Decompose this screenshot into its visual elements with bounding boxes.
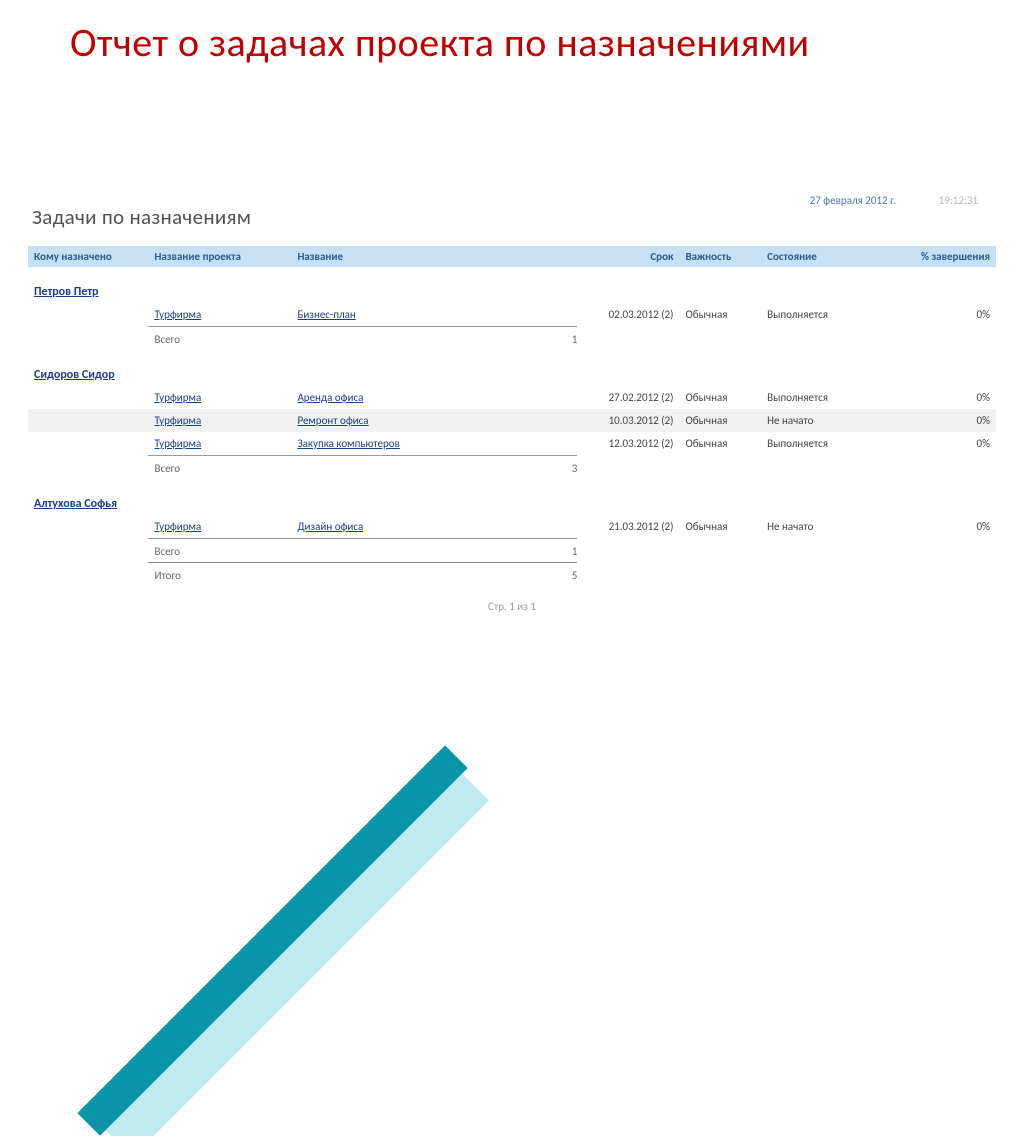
task-status: Выполняется: [761, 386, 894, 409]
project-link[interactable]: Турфирма: [154, 437, 201, 450]
group-header: Сидоров Сидор: [28, 350, 996, 386]
task-row: Турфирма Аренда офиса 27.02.2012 (2)Обычна…: [28, 386, 996, 409]
report-time: 19:12:31: [939, 194, 978, 207]
task-priority: Обычная: [679, 515, 761, 539]
grandtotal-count: 5: [291, 563, 577, 587]
subtotal-row: Всего3: [28, 456, 996, 480]
project-link[interactable]: Турфирма: [154, 308, 201, 321]
task-link[interactable]: Закупка компьютеров: [297, 437, 399, 450]
col-pct: % завершения: [894, 246, 996, 267]
task-link[interactable]: Дизайн офиса: [297, 520, 363, 533]
task-deadline: 10.03.2012 (2): [577, 409, 679, 432]
task-status: Не начато: [761, 409, 894, 432]
report-date: 27 февраля 2012 г.: [810, 194, 896, 207]
pager: Стр. 1 из 1: [28, 600, 996, 613]
group-header: Алтухова Софья: [28, 479, 996, 515]
task-row: Турфирма Дизайн офиса 21.03.2012 (2)Обычна…: [28, 515, 996, 539]
subtotal-label: Всего: [148, 327, 291, 351]
subtotal-label: Всего: [148, 456, 291, 480]
task-pct: 0%: [894, 409, 996, 432]
col-project: Название проекта: [148, 246, 291, 267]
slide-title: Отчет о задачах проекта по назначениями: [0, 0, 1024, 66]
task-pct: 0%: [894, 432, 996, 456]
col-assignee: Кому назначено: [28, 246, 148, 267]
project-link[interactable]: Турфирма: [154, 520, 201, 533]
task-row: Турфирма Бизнес-план 02.03.2012 (2)Обычная…: [28, 303, 996, 327]
task-deadline: 21.03.2012 (2): [577, 515, 679, 539]
task-link[interactable]: Бизнес-план: [297, 308, 355, 321]
subtotal-label: Всего: [148, 539, 291, 563]
task-link[interactable]: Ремронт офиса: [297, 414, 368, 427]
col-name: Название: [291, 246, 577, 267]
report-meta: 27 февраля 2012 г. 19:12:31: [810, 194, 978, 207]
subtotal-row: Всего1: [28, 539, 996, 563]
task-row: Турфирма Ремронт офиса 10.03.2012 (2)Обычн…: [28, 409, 996, 432]
subtotal-row: Всего1: [28, 327, 996, 351]
col-deadline: Срок: [577, 246, 679, 267]
task-status: Выполняется: [761, 432, 894, 456]
task-pct: 0%: [894, 303, 996, 327]
assignee-link[interactable]: Сидоров Сидор: [34, 368, 115, 382]
task-row: Турфирма Закупка компьютеров 12.03.2012 (2…: [28, 432, 996, 456]
project-link[interactable]: Турфирма: [154, 414, 201, 427]
report-table: Кому назначено Название проекта Название…: [28, 246, 996, 586]
assignee-link[interactable]: Алтухова Софья: [34, 497, 117, 511]
table-body: Петров Петр Турфирма Бизнес-план 02.03.2012…: [28, 267, 996, 586]
task-pct: 0%: [894, 386, 996, 409]
task-priority: Обычная: [679, 386, 761, 409]
group-header: Петров Петр: [28, 267, 996, 303]
task-priority: Обычная: [679, 432, 761, 456]
task-priority: Обычная: [679, 303, 761, 327]
task-pct: 0%: [894, 515, 996, 539]
task-deadline: 27.02.2012 (2): [577, 386, 679, 409]
subtotal-count: 3: [291, 456, 577, 480]
grandtotal-row: Итого5: [28, 563, 996, 587]
report-panel: 27 февраля 2012 г. 19:12:31 Задачи по на…: [28, 194, 996, 613]
assignee-link[interactable]: Петров Петр: [34, 285, 98, 299]
project-link[interactable]: Турфирма: [154, 391, 201, 404]
subtotal-count: 1: [291, 327, 577, 351]
task-link[interactable]: Аренда офиса: [297, 391, 363, 404]
task-status: Выполняется: [761, 303, 894, 327]
subtotal-count: 1: [291, 539, 577, 563]
task-deadline: 02.03.2012 (2): [577, 303, 679, 327]
col-priority: Важность: [679, 246, 761, 267]
task-status: Не начато: [761, 515, 894, 539]
table-header: Кому назначено Название проекта Название…: [28, 246, 996, 267]
task-priority: Обычная: [679, 409, 761, 432]
grandtotal-label: Итого: [148, 563, 291, 587]
task-deadline: 12.03.2012 (2): [577, 432, 679, 456]
col-status: Состояние: [761, 246, 894, 267]
